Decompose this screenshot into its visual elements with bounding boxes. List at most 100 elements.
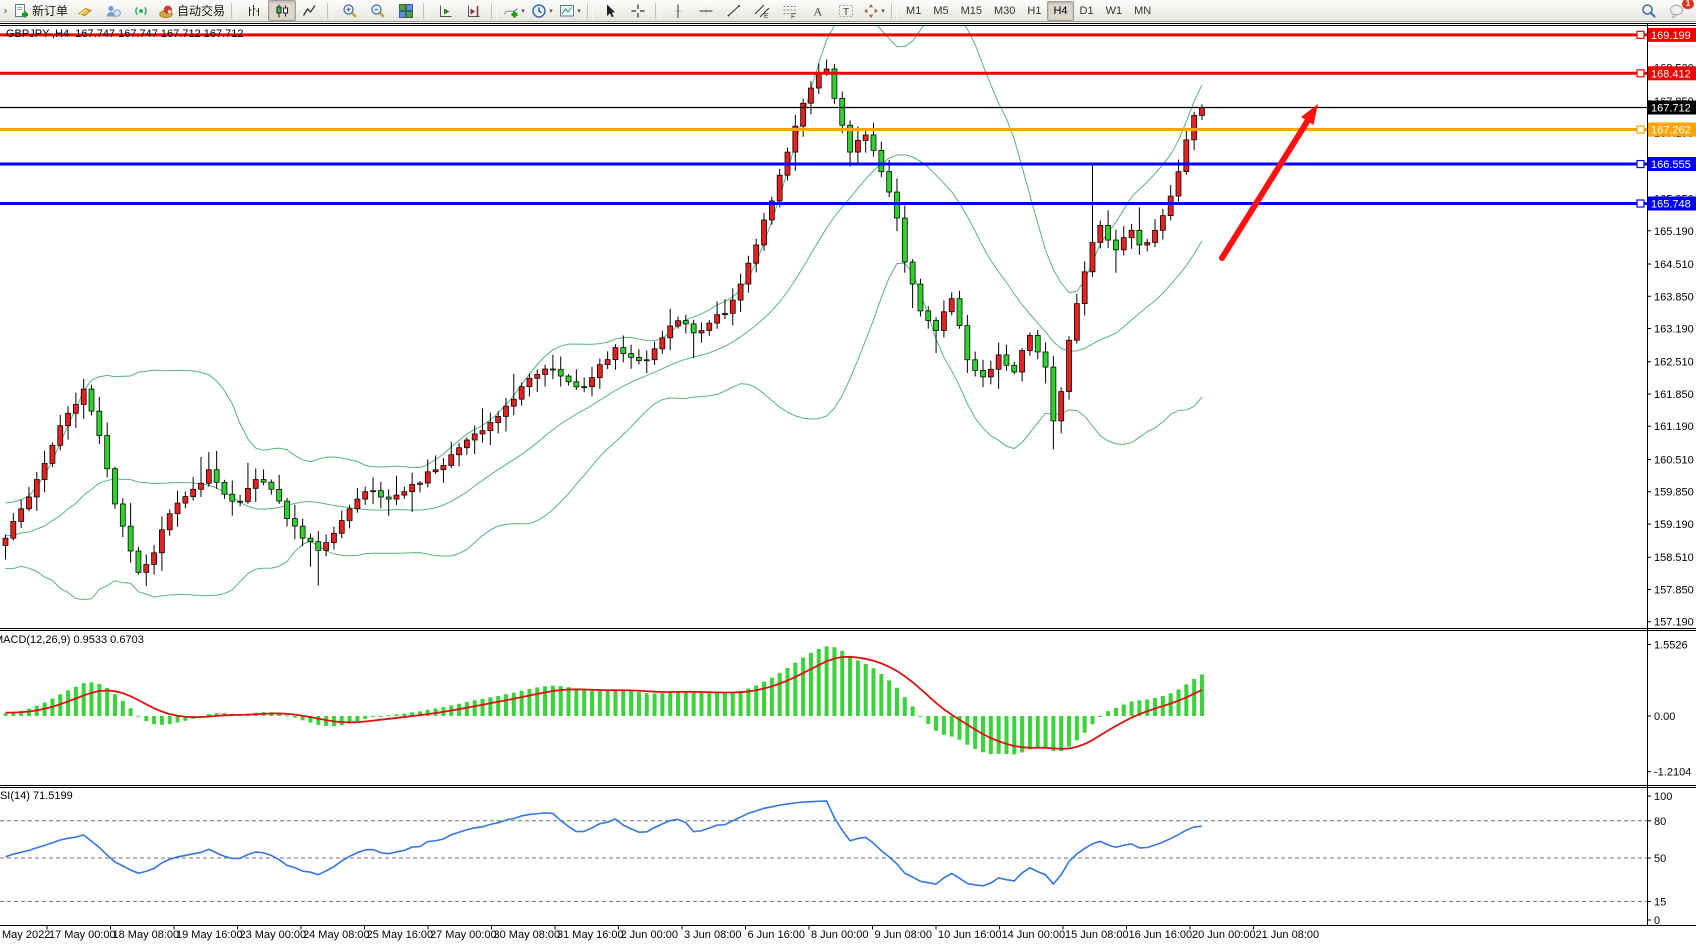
chat-button[interactable]: 1 — [1663, 0, 1691, 21]
chevron-down-icon: ▾ — [549, 7, 553, 15]
channel-button[interactable]: E — [748, 0, 776, 21]
svg-text:25 May 16:00: 25 May 16:00 — [367, 929, 434, 941]
crosshair-button[interactable] — [624, 0, 652, 21]
chart-shift-icon — [466, 3, 482, 19]
svg-text:17 May 00:00: 17 May 00:00 — [49, 929, 116, 941]
svg-text:May 2022: May 2022 — [2, 929, 50, 941]
svg-text:10 Jun 16:00: 10 Jun 16:00 — [938, 929, 1002, 941]
svg-text:161.190: 161.190 — [1654, 421, 1694, 433]
svg-text:21 Jun 08:00: 21 Jun 08:00 — [1256, 929, 1320, 941]
auto-scroll-icon — [438, 3, 454, 19]
svg-text:159.190: 159.190 — [1654, 519, 1694, 531]
indicators-button[interactable]: ▾ — [500, 0, 528, 21]
svg-text:2 Jun 00:00: 2 Jun 00:00 — [621, 929, 679, 941]
timeframe-m1-button[interactable]: M1 — [900, 1, 927, 21]
cursor-button[interactable] — [596, 0, 624, 21]
timeframe-m15-button[interactable]: M15 — [955, 1, 988, 21]
bar-chart-button[interactable] — [240, 0, 268, 21]
svg-text:31 May 16:00: 31 May 16:00 — [557, 929, 624, 941]
svg-text:157.190: 157.190 — [1654, 617, 1694, 629]
svg-text:15: 15 — [1654, 896, 1666, 908]
hline-endpoint-167.262[interactable] — [1637, 126, 1644, 133]
svg-text:165.190: 165.190 — [1654, 226, 1694, 238]
svg-text:168.412: 168.412 — [1651, 68, 1691, 80]
svg-text:163.850: 163.850 — [1654, 291, 1694, 303]
letter-t-icon: T — [838, 3, 854, 19]
line-chart-button[interactable] — [296, 0, 324, 21]
auto-scroll-button[interactable] — [432, 0, 460, 21]
indicator-plus-icon — [503, 3, 519, 19]
svg-text:14 Jun 00:00: 14 Jun 00:00 — [1002, 929, 1066, 941]
zoom-in-button[interactable] — [336, 0, 364, 21]
clock-icon — [531, 3, 547, 19]
svg-text:164.510: 164.510 — [1654, 259, 1694, 271]
new-order-button[interactable]: 新订单 — [10, 0, 71, 21]
community-button[interactable] — [99, 0, 127, 21]
main-chart-pane[interactable] — [0, 26, 1647, 627]
autotrading-button[interactable]: 自动交易 — [155, 0, 228, 21]
svg-text:1.5526: 1.5526 — [1654, 640, 1688, 652]
metaeditor-button[interactable] — [71, 0, 99, 21]
timeframe-d1-button[interactable]: D1 — [1074, 1, 1100, 21]
timeframe-m5-button[interactable]: M5 — [927, 1, 954, 21]
timeframe-m30-button[interactable]: M30 — [988, 1, 1021, 21]
timeframe-h1-button[interactable]: H1 — [1021, 1, 1047, 21]
trendline-icon — [726, 3, 742, 19]
svg-text:157.850: 157.850 — [1654, 584, 1694, 596]
toolbar-right-icons: 1 — [1635, 0, 1694, 21]
toolbar-separator — [587, 3, 593, 19]
svg-text:8 Jun 00:00: 8 Jun 00:00 — [811, 929, 869, 941]
trendline-button[interactable] — [720, 0, 748, 21]
tile-windows-button[interactable] — [392, 0, 420, 21]
svg-text:6 Jun 16:00: 6 Jun 16:00 — [748, 929, 806, 941]
fibonacci-button[interactable]: F — [776, 0, 804, 21]
candlestick-button[interactable] — [268, 0, 296, 21]
search-icon — [1641, 3, 1657, 19]
hline-endpoint-165.748[interactable] — [1637, 200, 1644, 207]
bar-chart-icon — [246, 3, 262, 19]
timeframe-h4-button[interactable]: H4 — [1047, 1, 1073, 21]
hline-endpoint-169.199[interactable] — [1637, 31, 1644, 38]
svg-text:167.712: 167.712 — [1651, 103, 1691, 115]
templates-button[interactable]: ▾ — [556, 0, 584, 21]
doc-plus-icon — [13, 3, 29, 19]
hline-endpoint-168.412[interactable] — [1637, 70, 1644, 77]
svg-text:158.510: 158.510 — [1654, 552, 1694, 564]
arrows-button[interactable]: ▾ — [860, 0, 888, 21]
timeframe-w1-button[interactable]: W1 — [1100, 1, 1129, 21]
periods-button[interactable]: ▾ — [528, 0, 556, 21]
macd-pane[interactable] — [0, 631, 1647, 784]
text-label-button[interactable]: T — [832, 0, 860, 21]
chevron-down-icon: ▾ — [577, 7, 581, 15]
letter-a-icon: A — [810, 3, 826, 19]
svg-text:0: 0 — [1654, 915, 1660, 927]
hline-icon — [698, 3, 714, 19]
signal-waves-icon — [133, 3, 149, 19]
line-chart-icon — [302, 3, 318, 19]
hline-endpoint-166.555[interactable] — [1637, 161, 1644, 168]
svg-text:E: E — [764, 13, 769, 19]
toolbar-separator — [327, 3, 333, 19]
search-button[interactable] — [1635, 0, 1663, 21]
svg-text:15 Jun 08:00: 15 Jun 08:00 — [1065, 929, 1129, 941]
arrows-icon — [863, 3, 879, 19]
toolbar-separator — [491, 3, 497, 19]
toolbar-separator — [231, 3, 237, 19]
rsi-pane[interactable] — [0, 788, 1647, 924]
toolbar-grip-icon[interactable] — [2, 3, 10, 19]
svg-text:3 Jun 08:00: 3 Jun 08:00 — [684, 929, 742, 941]
hline-button[interactable] — [692, 0, 720, 21]
svg-text:161.850: 161.850 — [1654, 389, 1694, 401]
signals-button[interactable] — [127, 0, 155, 21]
vline-button[interactable] — [664, 0, 692, 21]
svg-text:18 May 08:00: 18 May 08:00 — [113, 929, 180, 941]
svg-text:50: 50 — [1654, 853, 1666, 865]
fibonacci-icon: F — [782, 3, 798, 19]
toolbar-separator — [655, 3, 661, 19]
new-order-button-label: 新订单 — [32, 2, 68, 19]
chart-shift-button[interactable] — [460, 0, 488, 21]
timeframe-mn-button[interactable]: MN — [1128, 1, 1157, 21]
zoom-out-button[interactable] — [364, 0, 392, 21]
svg-text:100: 100 — [1654, 791, 1672, 803]
text-button[interactable]: A — [804, 0, 832, 21]
